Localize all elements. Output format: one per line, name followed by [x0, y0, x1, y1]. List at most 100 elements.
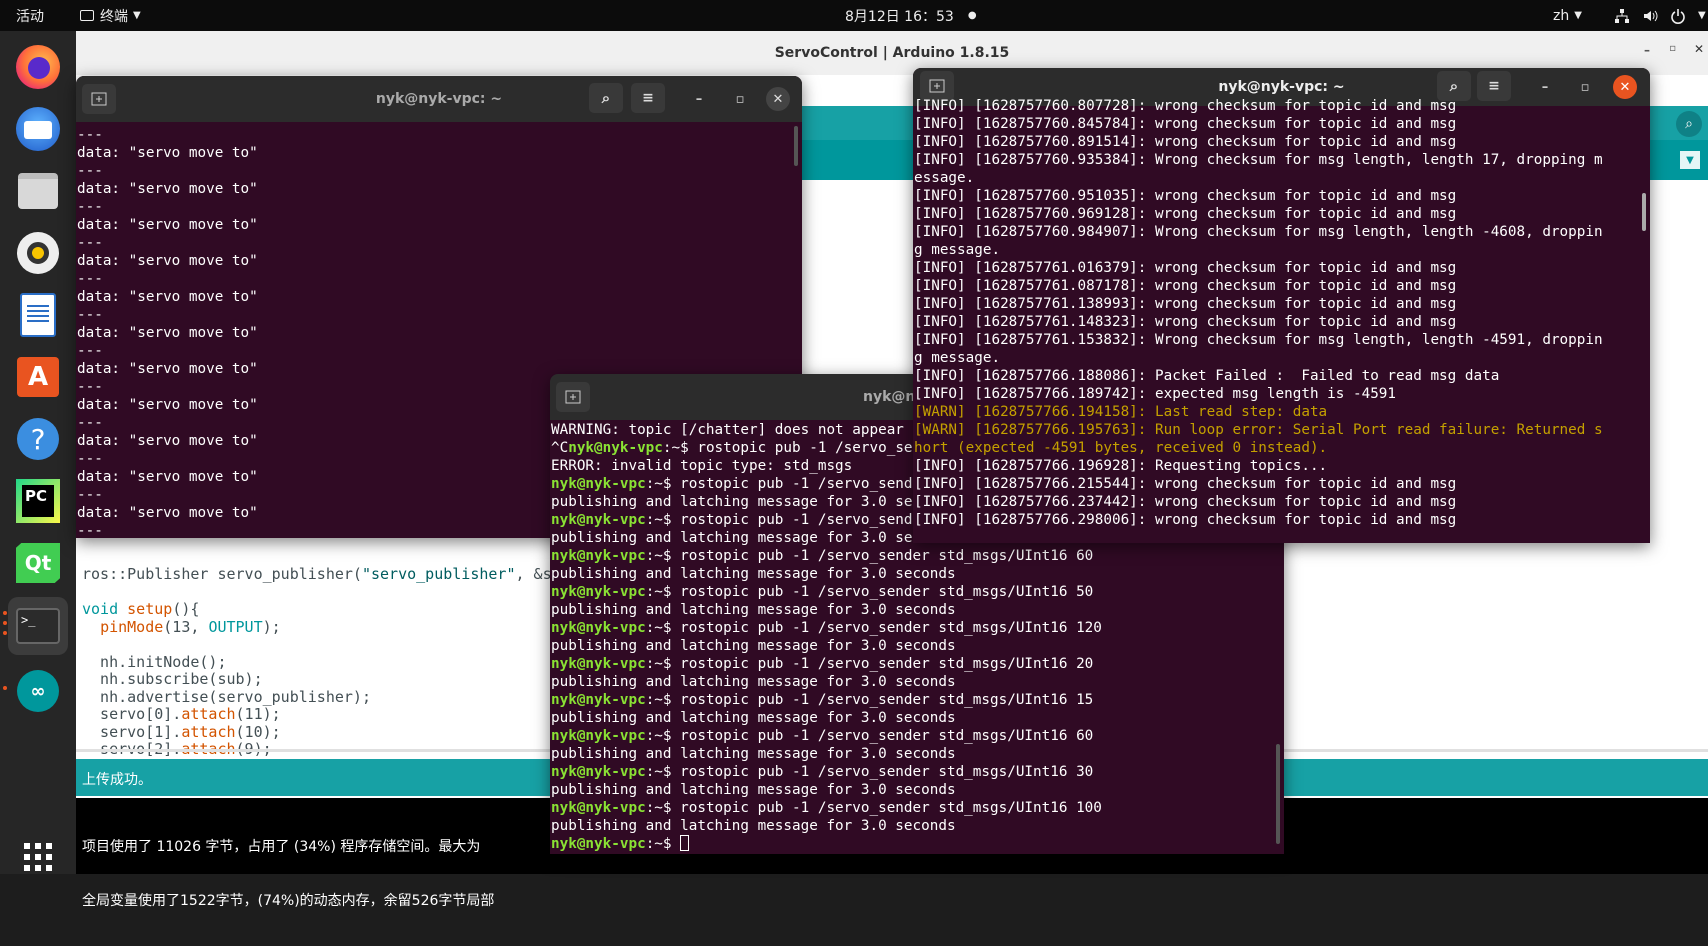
firefox-icon[interactable]: [12, 41, 64, 93]
info-line: g message.: [914, 350, 1001, 366]
dock: A ? PC Qt >_ ∞: [0, 31, 76, 874]
maximize-button[interactable]: ▫: [728, 87, 752, 111]
terminal-line: nyk@nyk-vpc:~$ rostopic pub -1 /servo_se…: [551, 619, 1284, 637]
command-text: rostopic pub -1 /servo_sender std_msgs/U…: [680, 800, 1102, 816]
tab-menu-button[interactable]: ▼: [1680, 151, 1700, 169]
prompt-user: nyk@nyk-vpc: [551, 548, 646, 564]
terminal-line: ---: [77, 199, 103, 215]
info-line: [INFO] [1628757760.891514]: wrong checks…: [914, 134, 1457, 150]
files-icon[interactable]: [12, 165, 64, 217]
prompt-path: :~$: [645, 836, 681, 852]
terminal-output: [INFO] [1628757760.807728]: wrong checks…: [913, 97, 1650, 534]
command-text: rostopic pub -1 /servo_sender std_msgs/U…: [680, 620, 1102, 636]
terminal-line: data: "servo move to": [77, 325, 258, 341]
code-line: nh.subscribe(sub);: [82, 670, 263, 688]
code-line: nh.initNode();: [82, 652, 227, 671]
terminal-line: ---: [77, 127, 103, 143]
search-button[interactable]: ⌕: [589, 83, 623, 113]
info-line: [INFO] [1628757760.935384]: Wrong checks…: [914, 152, 1603, 168]
console-line: 全局变量使用了1522字节，(74%)的动态内存，余留526字节局部: [82, 893, 495, 909]
app-menu[interactable]: 终端 ▼: [80, 0, 141, 31]
terminal-line: nyk@nyk-vpc:~$ rostopic pub -1 /servo_se…: [551, 547, 1284, 565]
thunderbird-icon[interactable]: [12, 103, 64, 155]
libreoffice-writer-icon[interactable]: [12, 289, 64, 341]
notification-dot-icon: ●: [967, 10, 977, 21]
software-center-icon[interactable]: A: [12, 351, 64, 403]
info-line: [INFO] [1628757766.188086]: Packet Faile…: [914, 368, 1500, 384]
clock[interactable]: 8月12日 16：53 ●: [845, 0, 977, 31]
prompt-user: nyk@nyk-vpc: [551, 512, 646, 528]
prompt-user: nyk@nyk-vpc: [551, 764, 646, 780]
pycharm-icon[interactable]: PC: [12, 475, 64, 527]
info-line: g message.: [914, 242, 1001, 258]
scrollbar[interactable]: [1276, 744, 1280, 844]
info-line: [INFO] [1628757760.951035]: wrong checks…: [914, 188, 1457, 204]
prompt-user: nyk@nyk-vpc: [551, 476, 646, 492]
code-line: pinMode(13, OUTPUT);: [100, 617, 281, 636]
system-menu[interactable]: ▼: [1614, 0, 1706, 31]
terminal-small-icon: [80, 10, 94, 21]
close-button[interactable]: ✕: [1694, 42, 1704, 56]
prompt-user: nyk@nyk-vpc: [551, 836, 646, 852]
prompt-path: :~$: [645, 476, 681, 492]
arduino-icon[interactable]: ∞: [12, 665, 64, 717]
caret-down-icon: ▼: [1698, 10, 1706, 21]
language-label: zh: [1553, 7, 1570, 24]
info-line: [INFO] [1628757760.984907]: Wrong checks…: [914, 224, 1603, 240]
info-line: [INFO] [1628757761.153832]: Wrong checks…: [914, 332, 1603, 348]
prompt-user: nyk@nyk-vpc: [551, 728, 646, 744]
terminal-line: data: "servo move to": [77, 253, 258, 269]
caret-down-icon: ▼: [133, 10, 141, 21]
terminal-line: nyk@nyk-vpc:~$ rostopic pub -1 /servo_se…: [551, 727, 1284, 745]
running-indicator: [3, 686, 7, 690]
terminal-line: publishing and latching message for 3.0 …: [551, 602, 956, 618]
close-button[interactable]: ✕: [1613, 75, 1637, 99]
scrollbar[interactable]: [1642, 193, 1646, 231]
prompt-path: :~$: [645, 764, 681, 780]
language-menu[interactable]: zh ▼: [1553, 0, 1582, 31]
minimize-button[interactable]: –: [687, 87, 711, 111]
volume-icon: [1644, 10, 1658, 21]
minimize-button[interactable]: –: [1644, 43, 1650, 57]
maximize-button[interactable]: ▫: [1669, 43, 1676, 54]
app-grid-icon[interactable]: [12, 831, 64, 883]
new-tab-button[interactable]: [556, 382, 590, 412]
menu-button[interactable]: ≡: [631, 83, 665, 113]
arduino-title: ServoControl | Arduino 1.8.15: [774, 45, 1010, 61]
serial-monitor-button[interactable]: ⌕: [1676, 111, 1702, 137]
terminal-line: ---: [77, 307, 103, 323]
terminal-line: publishing and latching message for 3.0 …: [551, 638, 956, 654]
rhythmbox-icon[interactable]: [12, 227, 64, 279]
prompt-path: :~$: [645, 584, 681, 600]
info-line: [INFO] [1628757766.189742]: expected msg…: [914, 386, 1397, 402]
maximize-button[interactable]: ▫: [1573, 75, 1597, 99]
close-button[interactable]: ✕: [766, 87, 790, 111]
terminal-line: data: "servo move to": [77, 181, 258, 197]
prompt-user: nyk@nyk-vpc: [551, 692, 646, 708]
prompt-path: :~$: [645, 692, 681, 708]
activities-button[interactable]: 活动: [16, 0, 44, 31]
prompt-path: :~$: [645, 656, 681, 672]
terminal-line: nyk@nyk-vpc:~$ rostopic pub -1 /servo_se…: [551, 763, 1284, 781]
qtcreator-icon[interactable]: Qt: [12, 537, 64, 589]
terminal-line: data: "servo move to": [77, 289, 258, 305]
caret-down-icon: ▼: [1574, 10, 1582, 21]
help-icon[interactable]: ?: [12, 413, 64, 465]
code-line: nh.advertise(servo_publisher);: [82, 687, 371, 706]
scrollbar[interactable]: [794, 126, 798, 166]
terminal-icon[interactable]: >_: [8, 597, 68, 655]
info-line: [INFO] [1628757761.016379]: wrong checks…: [914, 260, 1457, 276]
prompt-path: :~$: [645, 728, 681, 744]
warn-line: [WARN] [1628757766.195763]: Run loop err…: [914, 422, 1603, 438]
info-line: [INFO] [1628757766.237442]: wrong checks…: [914, 494, 1457, 510]
ctrl-c-marker: ^C: [551, 440, 569, 456]
info-line: [INFO] [1628757761.148323]: wrong checks…: [914, 314, 1457, 330]
terminal-line: ---: [77, 235, 103, 251]
search-icon: ⌕: [1449, 77, 1459, 95]
minimize-button[interactable]: –: [1533, 75, 1557, 99]
command-text: rostopic pub -1 /servo_sender std_msgs/U…: [680, 548, 1094, 564]
hamburger-icon: ≡: [642, 90, 654, 106]
running-indicator: [3, 631, 7, 635]
terminal-line: publishing and latching message for 3.0 …: [551, 746, 956, 762]
terminal-window-3[interactable]: nyk@nyk-vpc: ~ ⌕ ≡ – ▫ ✕ [INFO] [1628757…: [913, 68, 1650, 543]
